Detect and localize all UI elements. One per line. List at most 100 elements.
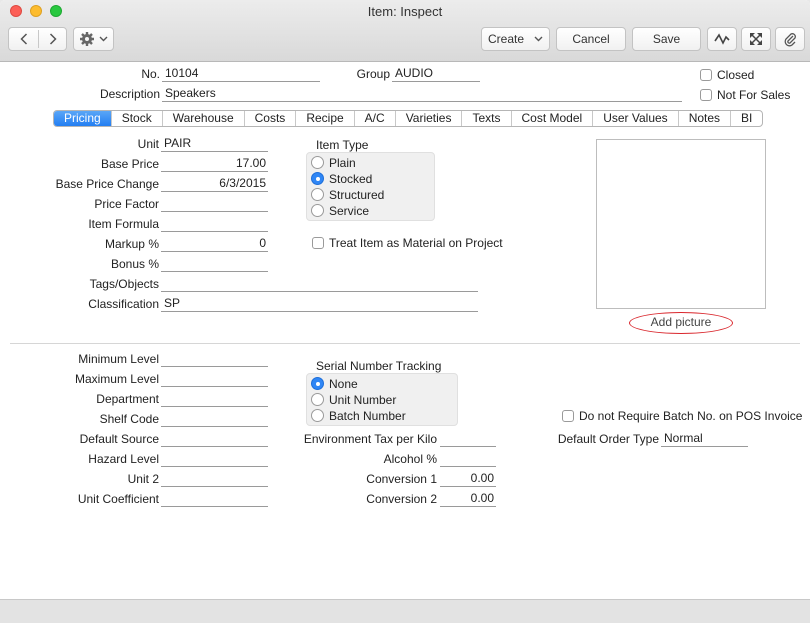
chevron-down-icon [534,36,543,42]
cancel-button[interactable]: Cancel [556,27,626,51]
item-type-stocked-label: Stocked [329,172,373,186]
description-field[interactable]: Speakers [162,86,682,102]
tags-objects-label: Tags/Objects [89,277,159,291]
treat-as-material-label: Treat Item as Material on Project [329,236,503,250]
back-button[interactable] [9,28,38,50]
classification-field[interactable]: SP [161,296,478,312]
tab-user-values[interactable]: User Values [593,111,679,126]
item-picture[interactable] [596,139,766,309]
serial-unit-number-radio[interactable] [311,393,324,406]
tab-texts[interactable]: Texts [462,111,512,126]
environment-tax-label: Environment Tax per Kilo [303,432,437,446]
tags-objects-field[interactable] [161,276,478,292]
alcohol-field[interactable] [440,451,496,467]
tab-ac[interactable]: A/C [355,111,396,126]
treat-as-material-checkbox[interactable] [312,237,324,249]
chevron-left-icon [19,33,27,45]
item-type-plain-label: Plain [329,156,356,170]
minimum-level-field[interactable] [161,351,268,367]
not-for-sales-label: Not For Sales [717,88,791,102]
pulse-icon [714,33,730,45]
item-formula-field[interactable] [161,216,268,232]
unit-coefficient-field[interactable] [161,491,268,507]
tab-costs[interactable]: Costs [245,111,297,126]
department-field[interactable] [161,391,268,407]
conversion2-label: Conversion 2 [366,492,437,506]
item-type-title: Item Type [316,138,369,152]
hazard-level-field[interactable] [161,451,268,467]
default-source-label: Default Source [79,432,159,446]
bonus-label: Bonus % [110,257,159,271]
base-price-change-field[interactable]: 6/3/2015 [161,176,268,192]
create-menu-button[interactable]: Create [481,27,550,51]
conversion1-field[interactable]: 0.00 [440,471,496,487]
no-field[interactable]: 10104 [162,66,320,82]
unit2-label: Unit 2 [127,472,159,486]
activity-button[interactable] [707,27,737,51]
tab-bi[interactable]: BI [731,111,762,126]
maximum-level-label: Maximum Level [74,372,159,386]
no-label: No. [141,67,160,81]
item-type-service-radio[interactable] [311,204,324,217]
add-picture-button[interactable]: Add picture [629,312,733,334]
create-label: Create [488,32,525,46]
card-tabs: Pricing Stock Warehouse Costs Recipe A/C… [53,110,764,127]
unit-field[interactable]: PAIR [161,136,268,152]
group-label: Group [356,67,390,81]
tab-pricing[interactable]: Pricing [54,111,112,126]
item-type-service-label: Service [329,204,370,218]
serial-tracking-title: Serial Number Tracking [316,359,442,373]
closed-label: Closed [717,68,755,82]
item-formula-label: Item Formula [88,217,159,231]
item-type-plain-radio[interactable] [311,156,324,169]
expand-icon [750,33,762,45]
back-forward-buttons [8,27,67,51]
chevron-down-icon [99,36,108,42]
tab-recipe[interactable]: Recipe [296,111,355,126]
serial-none-radio[interactable] [311,377,324,390]
tab-notes[interactable]: Notes [679,111,732,126]
markup-label: Markup % [104,237,159,251]
markup-field[interactable]: 0 [161,236,268,252]
item-type-structured-radio[interactable] [311,188,324,201]
bonus-field[interactable] [161,256,268,272]
group-field[interactable]: AUDIO [392,66,480,82]
tab-stock[interactable]: Stock [112,111,163,126]
gear-icon [80,32,94,46]
default-order-type-field[interactable]: Normal [661,431,748,447]
serial-batch-number-radio[interactable] [311,409,324,422]
paperclip-icon [784,33,796,47]
unit-coefficient-label: Unit Coefficient [77,492,159,506]
department-label: Department [96,392,159,406]
save-button[interactable]: Save [632,27,701,51]
base-price-change-label: Base Price Change [55,177,159,191]
attachments-button[interactable] [775,27,805,51]
settings-menu-button[interactable] [73,27,114,51]
conversion2-field[interactable]: 0.00 [440,491,496,507]
price-factor-field[interactable] [161,196,268,212]
item-inspect-window: Item: Inspect Create Cancel Save No. 101… [0,0,810,623]
maximum-level-field[interactable] [161,371,268,387]
item-type-group [306,152,435,221]
no-batch-pos-checkbox[interactable] [562,410,574,422]
tab-varieties[interactable]: Varieties [396,111,463,126]
window-title: Item: Inspect [367,4,443,19]
closed-checkbox[interactable] [700,69,712,81]
not-for-sales-checkbox[interactable] [700,89,712,101]
forward-button[interactable] [39,28,67,50]
environment-tax-field[interactable] [440,431,496,447]
chevron-right-icon [49,33,57,45]
title-bar: Item: Inspect Create Cancel Save [0,0,810,62]
alcohol-label: Alcohol % [383,452,437,466]
base-price-field[interactable]: 17.00 [161,156,268,172]
unit2-field[interactable] [161,471,268,487]
default-source-field[interactable] [161,431,268,447]
tab-cost-model[interactable]: Cost Model [512,111,594,126]
minimum-level-label: Minimum Level [78,352,159,366]
tab-warehouse[interactable]: Warehouse [163,111,245,126]
item-type-stocked-radio[interactable] [311,172,324,185]
serial-none-label: None [329,377,358,391]
classification-label: Classification [88,297,159,311]
fullscreen-button[interactable] [741,27,771,51]
shelf-code-field[interactable] [161,411,268,427]
